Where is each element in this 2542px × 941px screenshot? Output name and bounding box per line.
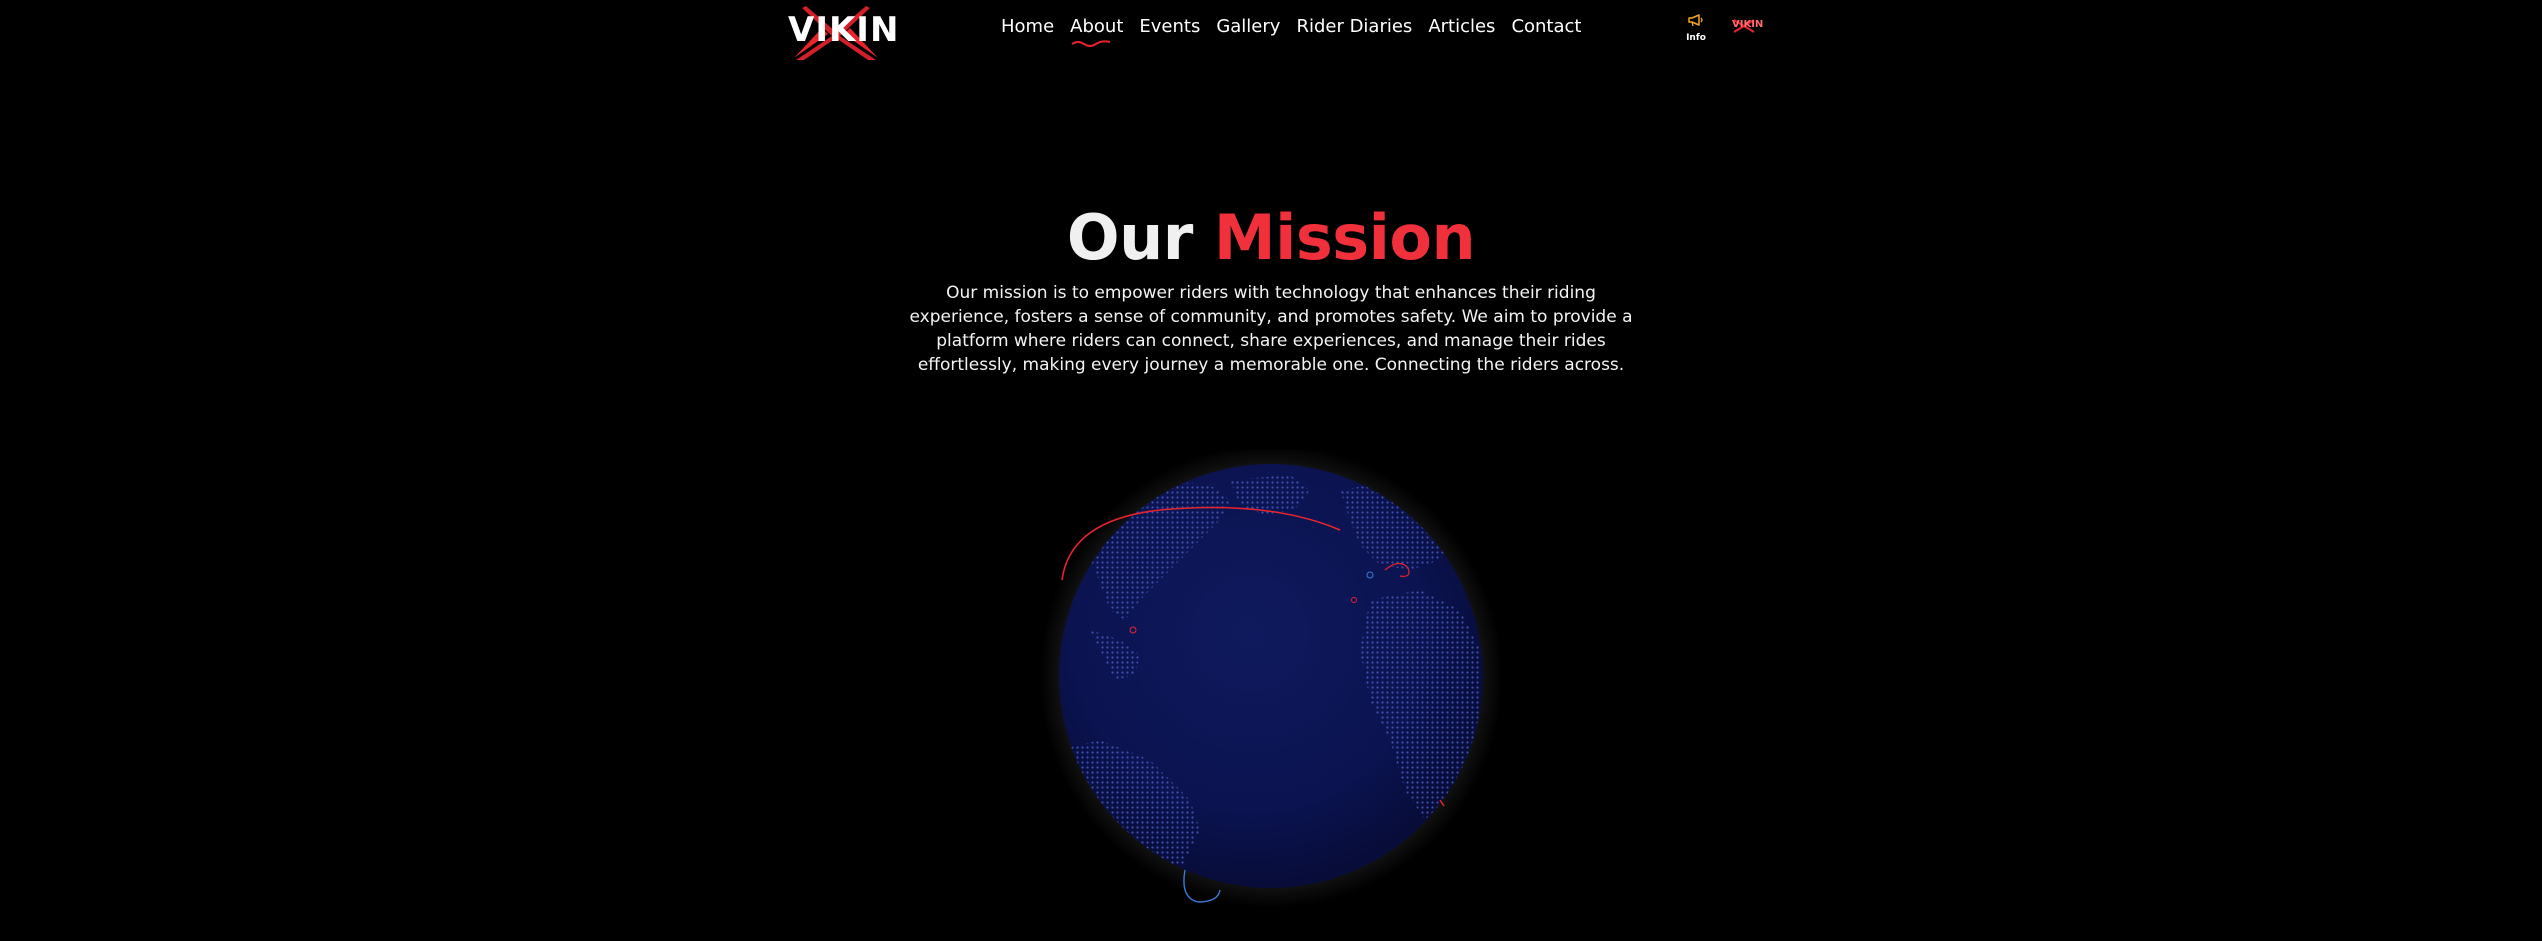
globe-graphic	[1039, 444, 1503, 908]
nav-about[interactable]: About	[1062, 12, 1131, 47]
site-logo[interactable]: VIKIN	[788, 4, 900, 60]
nav-about-label: About	[1070, 16, 1124, 37]
globe-icon[interactable]	[1039, 444, 1503, 910]
nav-home[interactable]: Home	[1001, 12, 1062, 42]
page: VIKIN Home About Events Gallery Rider Di…	[0, 0, 2542, 941]
main-nav: Home About Events Gallery Rider Diaries …	[1001, 12, 1589, 47]
logo-text: VIKIN	[788, 10, 900, 50]
title-word-our: Our	[1066, 201, 1193, 274]
nav-gallery[interactable]: Gallery	[1208, 12, 1288, 42]
small-logo[interactable]: VIKIN	[1730, 18, 1763, 34]
nav-rider-diaries[interactable]: Rider Diaries	[1288, 12, 1420, 42]
megaphone-icon	[1688, 14, 1703, 27]
active-underline	[1071, 40, 1111, 47]
info-button[interactable]: Info	[1683, 12, 1709, 46]
nav-events[interactable]: Events	[1131, 12, 1208, 42]
nav-articles[interactable]: Articles	[1420, 12, 1503, 42]
mission-text: Our mission is to empower riders with te…	[909, 283, 1633, 375]
page-title: Our Mission	[0, 198, 2542, 278]
nav-contact[interactable]: Contact	[1503, 12, 1589, 42]
title-word-mission: Mission	[1213, 201, 1476, 274]
info-label: Info	[1686, 33, 1706, 43]
small-logo-text: VIKIN	[1732, 19, 1764, 30]
